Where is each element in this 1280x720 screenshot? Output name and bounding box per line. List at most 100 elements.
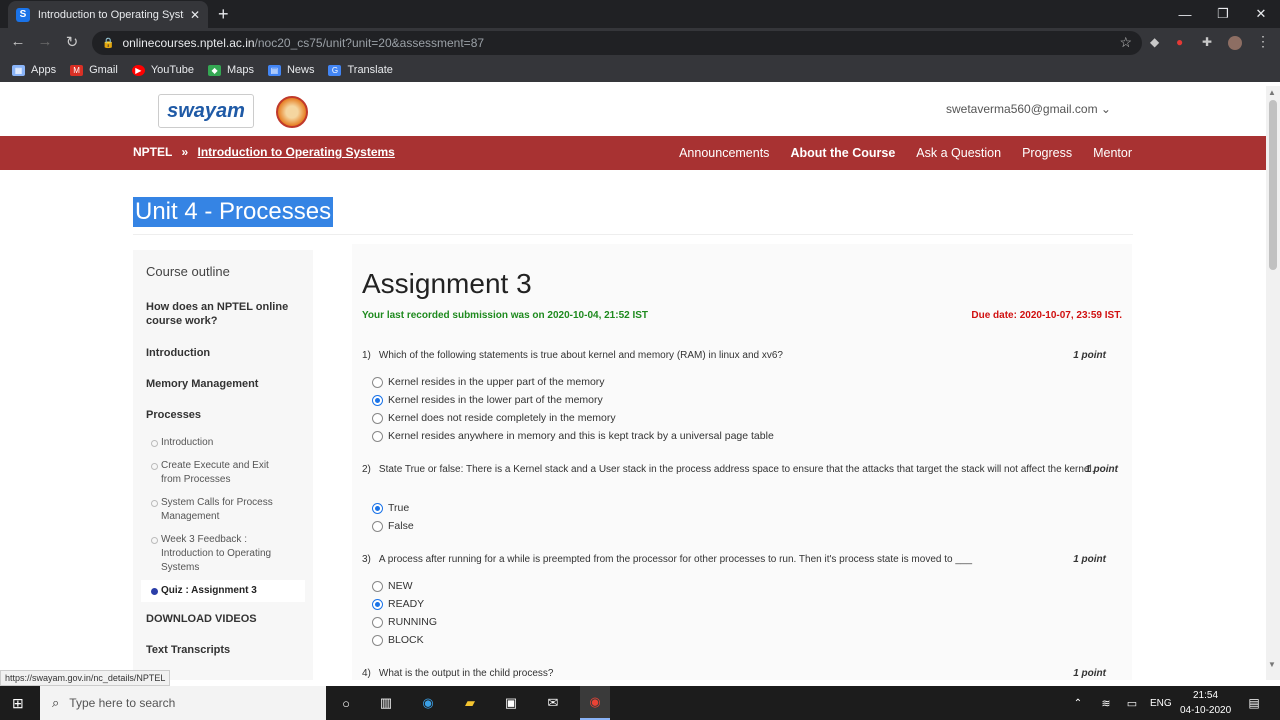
option-q3-new[interactable]: NEW	[372, 580, 413, 592]
puzzle-extensions-icon[interactable]: ✚	[1202, 35, 1212, 49]
sidebar-item-memory-management[interactable]: Memory Management	[146, 377, 296, 391]
chrome-taskbar-icon[interactable]: ◉	[580, 686, 610, 720]
maps-icon: ◆	[208, 64, 222, 76]
file-explorer-icon[interactable]: ▰	[460, 694, 480, 712]
language-indicator[interactable]: ENG	[1150, 698, 1172, 709]
wifi-icon[interactable]: ≋	[1096, 694, 1116, 712]
battery-icon[interactable]: ▭	[1122, 694, 1142, 712]
back-arrow-icon[interactable]: ←	[8, 33, 28, 50]
option-q2-false[interactable]: False	[372, 520, 414, 532]
question-number: 4)	[362, 668, 371, 679]
nav-about-the-course[interactable]: About the Course	[790, 146, 895, 160]
scrollbar-thumb[interactable]	[1269, 100, 1277, 270]
radio-button[interactable]	[372, 520, 383, 532]
radio-button-selected[interactable]	[372, 598, 383, 610]
notifications-icon[interactable]: ▤	[1244, 694, 1264, 712]
clock-time[interactable]: 21:54	[1193, 690, 1218, 701]
cortana-circle-icon[interactable]: ○	[336, 694, 356, 712]
minimize-icon[interactable]: —	[1166, 0, 1204, 28]
title-divider	[133, 234, 1133, 235]
reload-icon[interactable]: ↻	[62, 33, 82, 51]
radio-button-selected[interactable]	[372, 394, 383, 406]
option-q3-ready[interactable]: READY	[372, 598, 424, 610]
bookmark-news[interactable]: ▤ News	[267, 64, 314, 76]
sidebar-sub-quiz-assignment-3[interactable]: Quiz : Assignment 3	[151, 584, 291, 598]
bookmark-translate[interactable]: G Translate	[328, 64, 393, 76]
taskbar-search-box[interactable]: ⌕ Type here to search	[40, 686, 326, 720]
record-extension-icon[interactable]: ●	[1176, 35, 1183, 49]
bookmark-gmail[interactable]: M Gmail	[70, 64, 118, 76]
apps-grid-icon: ▦	[12, 64, 25, 76]
window-close-icon[interactable]: ✕	[1242, 0, 1280, 28]
assignment-panel: Assignment 3 Your last recorded submissi…	[352, 244, 1132, 680]
nav-progress[interactable]: Progress	[1022, 146, 1072, 160]
radio-button[interactable]	[372, 412, 383, 424]
sidebar-item-processes[interactable]: Processes	[146, 408, 296, 422]
profile-avatar-icon[interactable]	[1228, 36, 1242, 50]
sidebar-item-download-videos[interactable]: DOWNLOAD VIDEOS	[146, 612, 296, 626]
close-icon[interactable]: ✕	[190, 8, 200, 22]
sidebar-item-how-nptel-works[interactable]: How does an NPTEL online course work?	[146, 300, 296, 328]
sidebar-title: Course outline	[146, 264, 230, 279]
address-bar[interactable]: 🔒 onlinecourses.nptel.ac.in /noc20_cs75/…	[92, 31, 1142, 55]
question-3: 3) A process after running for a while is…	[362, 554, 1106, 565]
sidebar-sub-create-execute-exit[interactable]: Create Execute and Exit from Processes	[151, 459, 291, 487]
window-controls: — ❐ ✕	[1166, 0, 1280, 28]
radio-button[interactable]	[372, 580, 383, 592]
mail-envelope-icon[interactable]: ✉	[543, 694, 563, 712]
store-bag-icon[interactable]: ▣	[501, 694, 521, 712]
option-q1-a[interactable]: Kernel resides in the upper part of the …	[372, 376, 605, 388]
new-tab-plus-icon[interactable]: +	[218, 4, 229, 25]
nav-announcements[interactable]: Announcements	[679, 146, 769, 160]
radio-button[interactable]	[372, 634, 383, 646]
question-number: 3)	[362, 554, 371, 565]
breadcrumb-course-link[interactable]: Introduction to Operating Systems	[198, 145, 395, 159]
option-q1-d[interactable]: Kernel resides anywhere in memory and th…	[372, 430, 774, 442]
edge-browser-icon[interactable]: ◉	[418, 694, 438, 712]
nav-ask-a-question[interactable]: Ask a Question	[916, 146, 1001, 160]
nptel-emblem-icon[interactable]	[276, 96, 308, 128]
question-text: Which of the following statements is tru…	[378, 350, 783, 361]
option-q1-c[interactable]: Kernel does not reside completely in the…	[372, 412, 616, 424]
question-2: 2) State True or false: There is a Kernel…	[350, 462, 1118, 477]
clock-date[interactable]: 04-10-2020	[1180, 705, 1231, 716]
sidebar-item-text-transcripts[interactable]: Text Transcripts	[146, 643, 296, 657]
bookmark-apps[interactable]: ▦ Apps	[12, 64, 56, 76]
option-q1-b[interactable]: Kernel resides in the lower part of the …	[372, 394, 603, 406]
bookmark-star-icon[interactable]: ☆	[1119, 34, 1132, 51]
restore-icon[interactable]: ❐	[1204, 0, 1242, 28]
sidebar-sub-week3-feedback[interactable]: Week 3 Feedback : Introduction to Operat…	[151, 533, 291, 575]
search-icon: ⌕	[52, 695, 60, 710]
gmail-icon: M	[70, 64, 84, 76]
windows-start-icon[interactable]: ⊞	[12, 695, 24, 712]
sidebar-sub-system-calls[interactable]: System Calls for Process Management	[151, 496, 291, 524]
question-number: 2)	[362, 464, 371, 475]
swayam-logo[interactable]: swayam	[158, 94, 254, 128]
scroll-down-arrow-icon[interactable]: ▼	[1268, 660, 1276, 669]
radio-button[interactable]	[372, 376, 383, 388]
task-view-icon[interactable]: ▥	[376, 694, 396, 712]
sidebar-item-introduction[interactable]: Introduction	[146, 346, 296, 360]
option-q2-true[interactable]: True	[372, 502, 409, 514]
breadcrumb-root[interactable]: NPTEL	[133, 145, 172, 159]
nav-mentor[interactable]: Mentor	[1093, 146, 1132, 160]
youtube-icon: ▶	[131, 64, 145, 76]
question-1: 1) Which of the following statements is t…	[362, 350, 1106, 361]
page-scrollbar[interactable]: ▲ ▼	[1266, 86, 1280, 680]
bookmark-youtube[interactable]: ▶ YouTube	[131, 64, 194, 76]
radio-button[interactable]	[372, 430, 383, 442]
radio-button[interactable]	[372, 616, 383, 628]
browser-tab[interactable]: S Introduction to Operating Systems ✕	[8, 1, 208, 28]
option-q3-block[interactable]: BLOCK	[372, 634, 424, 646]
course-nav-bar: NPTEL » Introduction to Operating System…	[0, 136, 1266, 170]
radio-button-selected[interactable]	[372, 502, 383, 514]
tray-chevron-up-icon[interactable]: ⌃	[1068, 694, 1088, 712]
bookmark-maps[interactable]: ◆ Maps	[208, 64, 254, 76]
menu-kebab-icon[interactable]: ⋮	[1256, 33, 1270, 50]
forward-arrow-icon[interactable]: →	[35, 33, 55, 50]
option-q3-running[interactable]: RUNNING	[372, 616, 437, 628]
user-email-menu[interactable]: swetaverma560@gmail.com ⌄	[946, 102, 1111, 116]
extension-icon[interactable]: ◆	[1150, 35, 1159, 49]
scroll-up-arrow-icon[interactable]: ▲	[1268, 88, 1276, 97]
sidebar-sub-introduction[interactable]: Introduction	[151, 436, 291, 450]
